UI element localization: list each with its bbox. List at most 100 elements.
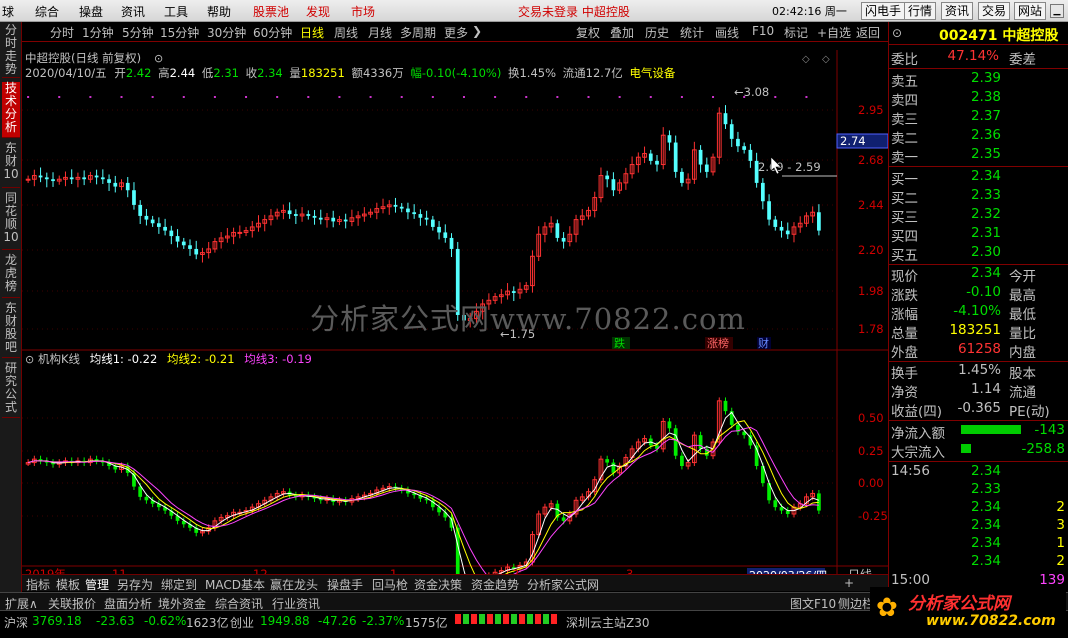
more-chevron-icon[interactable]: ❯ bbox=[472, 24, 482, 38]
server-label[interactable]: 深圳云主站Z30 bbox=[566, 614, 650, 631]
menu-item-zonghe[interactable]: 综合 bbox=[35, 3, 59, 20]
price-tick: 1.98 bbox=[858, 284, 884, 298]
indicator-candle-body bbox=[680, 455, 684, 466]
indicator-tick: -0.25 bbox=[858, 509, 888, 523]
price-candle-body bbox=[449, 237, 454, 249]
period-more[interactable]: 更多 bbox=[444, 24, 468, 41]
vtab-tonghuashun10[interactable]: 同花顺10 bbox=[2, 192, 20, 250]
period-daily[interactable]: 日线 bbox=[300, 24, 324, 41]
signal-dots bbox=[27, 96, 808, 98]
diamond-icon[interactable]: ◇ bbox=[802, 54, 810, 65]
tab-zhibiao[interactable]: 指标 bbox=[26, 576, 50, 593]
stat-row: 总量 183251 量比 bbox=[891, 322, 1036, 342]
tab-guanli[interactable]: 管理 bbox=[85, 576, 109, 593]
menu-item-faxian[interactable]: 发现 bbox=[306, 3, 330, 20]
signal-dot bbox=[494, 96, 497, 98]
toolbar-diejia[interactable]: 叠加 bbox=[610, 24, 634, 41]
price-candle-body bbox=[181, 241, 186, 246]
toolbar-f10[interactable]: F10 bbox=[752, 24, 774, 38]
logo-url: www.70822.com bbox=[926, 613, 1056, 629]
menu-item-caopan[interactable]: 操盘 bbox=[79, 3, 103, 20]
price-candle-body bbox=[94, 175, 99, 178]
period-30min[interactable]: 30分钟 bbox=[207, 24, 246, 41]
price-candle-body bbox=[150, 219, 155, 224]
price-candle-body bbox=[773, 219, 778, 227]
menu-item-bangzhu[interactable]: 帮助 bbox=[207, 3, 231, 20]
vtab-guba[interactable]: 东财股吧 bbox=[2, 302, 20, 358]
vtab-dongcai10[interactable]: 东财10 bbox=[2, 142, 20, 188]
price-candle-body bbox=[188, 245, 192, 249]
indicator-candle-body bbox=[605, 459, 610, 463]
price-candle-body bbox=[144, 215, 149, 220]
menu-item-qiu[interactable]: 球 bbox=[2, 3, 14, 20]
menu-item-zixun[interactable]: 资讯 bbox=[121, 3, 145, 20]
trade-button[interactable]: 交易 bbox=[978, 2, 1011, 20]
signal-dot bbox=[276, 96, 279, 98]
period-15min[interactable]: 15分钟 bbox=[160, 24, 199, 41]
period-fenshi[interactable]: 分时 bbox=[50, 24, 74, 41]
chart-info-line: 2020/04/10/五 开2.42 高2.44 低2.31 收2.34 量18… bbox=[25, 66, 676, 80]
signal-dot bbox=[525, 96, 528, 98]
menu-item-shichang[interactable]: 市场 bbox=[351, 3, 375, 20]
toolbar-fuquan[interactable]: 复权 bbox=[576, 24, 600, 41]
news-button[interactable]: 资讯 bbox=[941, 2, 974, 20]
price-candle-body bbox=[69, 177, 74, 180]
vtab-jishu[interactable]: 技术分析 bbox=[2, 82, 20, 138]
toolbar-huaxian[interactable]: 画线 bbox=[715, 24, 739, 41]
period-1min[interactable]: 1分钟 bbox=[82, 24, 114, 41]
period-60min[interactable]: 60分钟 bbox=[253, 24, 292, 41]
tab-caopanshou[interactable]: 操盘手 bbox=[327, 576, 363, 593]
price-candle-body bbox=[817, 212, 821, 231]
indicator-candle-body bbox=[673, 428, 678, 456]
website-button[interactable]: 网站 bbox=[1014, 2, 1047, 20]
toolbar-zixuan[interactable]: +自选 bbox=[817, 24, 851, 41]
vtab-gongshi[interactable]: 研究公式 bbox=[2, 362, 20, 418]
signal-dot bbox=[27, 96, 30, 98]
toolbar-tongji[interactable]: 统计 bbox=[680, 24, 704, 41]
quote-button[interactable]: 行情 bbox=[904, 2, 937, 20]
diamond-icon-2[interactable]: ◇ bbox=[822, 54, 830, 65]
indicator-settings-icon[interactable]: ⊙ bbox=[25, 353, 34, 366]
sh-amount: 1623亿 bbox=[186, 616, 229, 630]
vtab-longhubang[interactable]: 龙虎榜 bbox=[2, 254, 20, 298]
tab-lingcunwei[interactable]: 另存为 bbox=[117, 576, 153, 593]
stat-row: 涨幅 -4.10% 最低 bbox=[891, 303, 1036, 323]
tab-muban[interactable]: 模板 bbox=[56, 576, 80, 593]
toolbar-biaoji[interactable]: 标记 bbox=[784, 24, 808, 41]
divider bbox=[889, 166, 1068, 167]
tab-zijinjuece[interactable]: 资金决策 bbox=[414, 576, 462, 593]
menu-item-gongju[interactable]: 工具 bbox=[164, 3, 188, 20]
flow-bar bbox=[961, 444, 971, 453]
vtab-fenshi[interactable]: 分时走势 bbox=[2, 24, 20, 78]
period-weekly[interactable]: 周线 bbox=[334, 24, 358, 41]
quote-settings-icon[interactable]: ⊙ bbox=[892, 26, 902, 40]
period-multi[interactable]: 多周期 bbox=[400, 24, 436, 41]
sh-label[interactable]: 沪深 bbox=[4, 614, 28, 631]
tab-macd[interactable]: MACD基本 bbox=[205, 576, 265, 593]
minimize-icon[interactable]: ▁ bbox=[1050, 4, 1064, 18]
period-monthly[interactable]: 月线 bbox=[368, 24, 392, 41]
divider bbox=[889, 461, 1068, 462]
tab-zijinqushi[interactable]: 资金趋势 bbox=[471, 576, 519, 593]
tick-row: 2.34 2 bbox=[970, 553, 1065, 569]
add-tab-button[interactable]: + bbox=[844, 576, 854, 590]
cy-label[interactable]: 创业 bbox=[230, 614, 254, 631]
price-candle-body bbox=[736, 138, 740, 147]
chart-settings-icon[interactable]: ⊙ bbox=[154, 52, 163, 65]
toolbar-lishi[interactable]: 历史 bbox=[645, 24, 669, 41]
signal-dot bbox=[89, 96, 92, 98]
menu-item-gupiaochi[interactable]: 股票池 bbox=[253, 3, 289, 20]
signal-dot bbox=[712, 96, 715, 98]
period-5min[interactable]: 5分钟 bbox=[122, 24, 154, 41]
signal-dot bbox=[431, 96, 434, 98]
flash-trade-button[interactable]: 闪电手 bbox=[861, 2, 906, 20]
period-toolbar: 分时 1分钟 5分钟 15分钟 30分钟 60分钟 日线 周线 月线 多周期 更… bbox=[22, 22, 888, 42]
tab-fenxijia[interactable]: 分析家公式网 bbox=[527, 576, 599, 593]
tab-huimaqiang[interactable]: 回马枪 bbox=[372, 576, 408, 593]
price-candle-body bbox=[555, 223, 560, 238]
tab-bangdingdao[interactable]: 绑定到 bbox=[161, 576, 197, 593]
toolbar-fanhui[interactable]: 返回 bbox=[856, 24, 880, 41]
trade-notice[interactable]: 交易未登录 中超控股 bbox=[518, 3, 630, 20]
tab-longtou[interactable]: 赢在龙头 bbox=[270, 576, 318, 593]
price-candle-body bbox=[169, 230, 174, 237]
